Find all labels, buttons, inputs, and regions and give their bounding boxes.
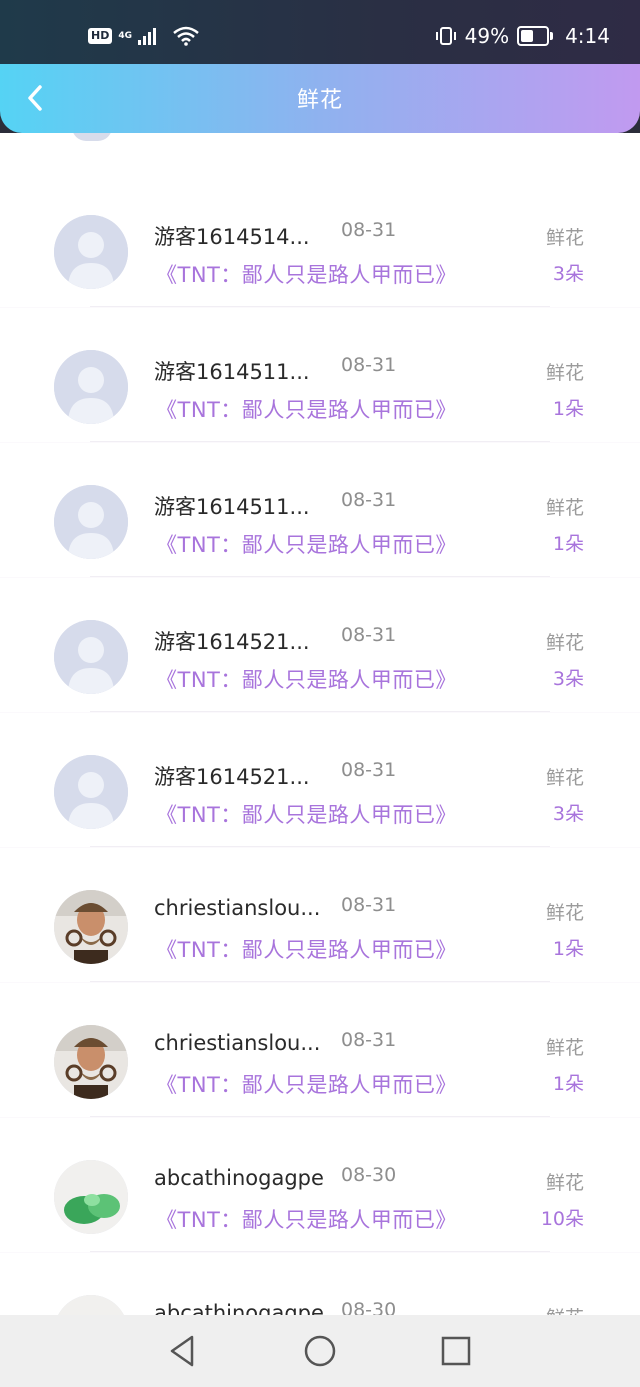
list-item[interactable]: chriestianslou... 08-31 《TNT：鄙人只是路人甲而已》 鲜花 1… [0, 983, 640, 1117]
gift-type-label: 鲜花 [545, 1172, 584, 1194]
status-right: 49% 4:14 [435, 24, 610, 48]
nav-back-button[interactable] [160, 1329, 204, 1373]
avatar[interactable] [54, 1295, 128, 1315]
gift-type-label: 鲜花 [545, 902, 584, 924]
gift-type-label: 鲜花 [545, 1037, 584, 1059]
status-left: HD 4G [88, 26, 200, 46]
user-name: 游客1614511... [154, 495, 310, 519]
work-title: 《TNT：鄙人只是路人甲而已》 [156, 533, 457, 557]
gift-count: 1朵 [552, 1073, 584, 1095]
user-name: chriestianslou... [154, 896, 321, 920]
signal-icon [138, 28, 156, 45]
avatar [72, 133, 112, 141]
status-bar: HD 4G 49% 4:14 [0, 0, 640, 64]
divider [90, 1116, 550, 1117]
gift-type-label: 鲜花 [545, 767, 584, 789]
list-item[interactable]: 游客1614521... 08-31 《TNT：鄙人只是路人甲而已》 鲜花 3朵 [0, 578, 640, 712]
battery-percent: 49% [464, 24, 510, 48]
avatar[interactable] [54, 1160, 128, 1234]
gift-type-label: 鲜花 [545, 362, 584, 384]
date-label: 08-31 [341, 624, 397, 646]
date-label: 08-30 [341, 1164, 397, 1186]
date-label: 08-31 [341, 759, 397, 781]
gift-count: 3朵 [552, 668, 584, 690]
wifi-icon [173, 26, 199, 46]
date-label: 08-30 [341, 1299, 397, 1315]
divider [90, 576, 550, 577]
user-name: abcathinogagpe [154, 1166, 324, 1190]
page-title: 鲜花 [296, 88, 343, 113]
battery-fill [521, 30, 534, 42]
user-name: 游客1614514... [154, 225, 310, 249]
gift-count: 1朵 [552, 398, 584, 420]
gift-count: 3朵 [552, 263, 584, 285]
gift-type-label: 鲜花 [545, 227, 584, 249]
list-item[interactable]: chriestianslou... 08-31 《TNT：鄙人只是路人甲而已》 鲜花 1… [0, 848, 640, 982]
date-label: 08-31 [341, 489, 397, 511]
hd-badge: HD [88, 28, 113, 44]
divider [90, 846, 550, 847]
date-label: 08-31 [341, 219, 397, 241]
user-name: 游客1614521... [154, 765, 310, 789]
network-label: 4G [118, 31, 132, 41]
nav-home-button[interactable] [298, 1329, 342, 1373]
user-name: 游客1614511... [154, 360, 310, 384]
list-item[interactable]: abcathinogagpe 08-30 《TNT：鄙人只是路人甲而已》 鲜花 10朵 [0, 1118, 640, 1252]
date-label: 08-31 [341, 894, 397, 916]
flower-list[interactable]: 游客1614514... 08-31 《TNT：鄙人只是路人甲而已》 鲜花 3朵 游客16… [0, 133, 640, 1315]
avatar[interactable] [54, 485, 128, 559]
divider [90, 981, 550, 982]
work-title: 《TNT：鄙人只是路人甲而已》 [156, 1073, 457, 1097]
work-title: 《TNT：鄙人只是路人甲而已》 [156, 263, 457, 287]
triangle-back-icon [170, 1335, 194, 1367]
gift-count: 3朵 [552, 803, 584, 825]
avatar[interactable] [54, 1025, 128, 1099]
gift-count: 10朵 [540, 1208, 584, 1230]
system-nav-bar [0, 1315, 640, 1387]
avatar[interactable] [54, 350, 128, 424]
work-title: 《TNT：鄙人只是路人甲而已》 [156, 803, 457, 827]
gift-type-label: 鲜花 [545, 632, 584, 654]
divider [90, 1251, 550, 1252]
gift-type-label: 鲜花 [546, 1303, 584, 1315]
work-title: 《TNT：鄙人只是路人甲而已》 [156, 668, 457, 692]
work-title: 《TNT：鄙人只是路人甲而已》 [156, 398, 457, 422]
user-name: 游客1614521... [154, 630, 310, 654]
list-item[interactable]: 游客1614511... 08-31 《TNT：鄙人只是路人甲而已》 鲜花 1朵 [0, 308, 640, 442]
work-title: 《TNT：鄙人只是路人甲而已》 [156, 938, 457, 962]
date-label: 08-31 [341, 354, 397, 376]
divider [90, 711, 550, 712]
gift-type-label: 鲜花 [545, 497, 584, 519]
battery-icon [517, 26, 554, 46]
avatar[interactable] [54, 755, 128, 829]
square-recent-icon [441, 1336, 471, 1366]
list-item[interactable]: abcathinogagpe 08-30 鲜花 [0, 1253, 640, 1315]
circle-home-icon [304, 1335, 336, 1367]
list-item[interactable]: 游客1614511... 08-31 《TNT：鄙人只是路人甲而已》 鲜花 1朵 [0, 443, 640, 577]
work-title: 《TNT：鄙人只是路人甲而已》 [156, 1208, 457, 1232]
avatar[interactable] [54, 620, 128, 694]
user-name: abcathinogagpe [154, 1301, 324, 1315]
divider [90, 306, 550, 307]
user-name: chriestianslou... [154, 1031, 321, 1055]
list-item-partial [0, 133, 640, 174]
gift-count: 1朵 [552, 938, 584, 960]
page-header: 鲜花 [0, 64, 640, 133]
avatar[interactable] [54, 215, 128, 289]
avatar[interactable] [54, 890, 128, 964]
list-item[interactable]: 游客1614521... 08-31 《TNT：鄙人只是路人甲而已》 鲜花 3朵 [0, 713, 640, 847]
clock: 4:14 [565, 24, 610, 48]
nav-recent-button[interactable] [434, 1329, 478, 1373]
vibrate-icon [435, 27, 456, 45]
list-item[interactable]: 游客1614514... 08-31 《TNT：鄙人只是路人甲而已》 鲜花 3朵 [0, 173, 640, 307]
divider [90, 441, 550, 442]
gift-count: 1朵 [552, 533, 584, 555]
date-label: 08-31 [341, 1029, 397, 1051]
